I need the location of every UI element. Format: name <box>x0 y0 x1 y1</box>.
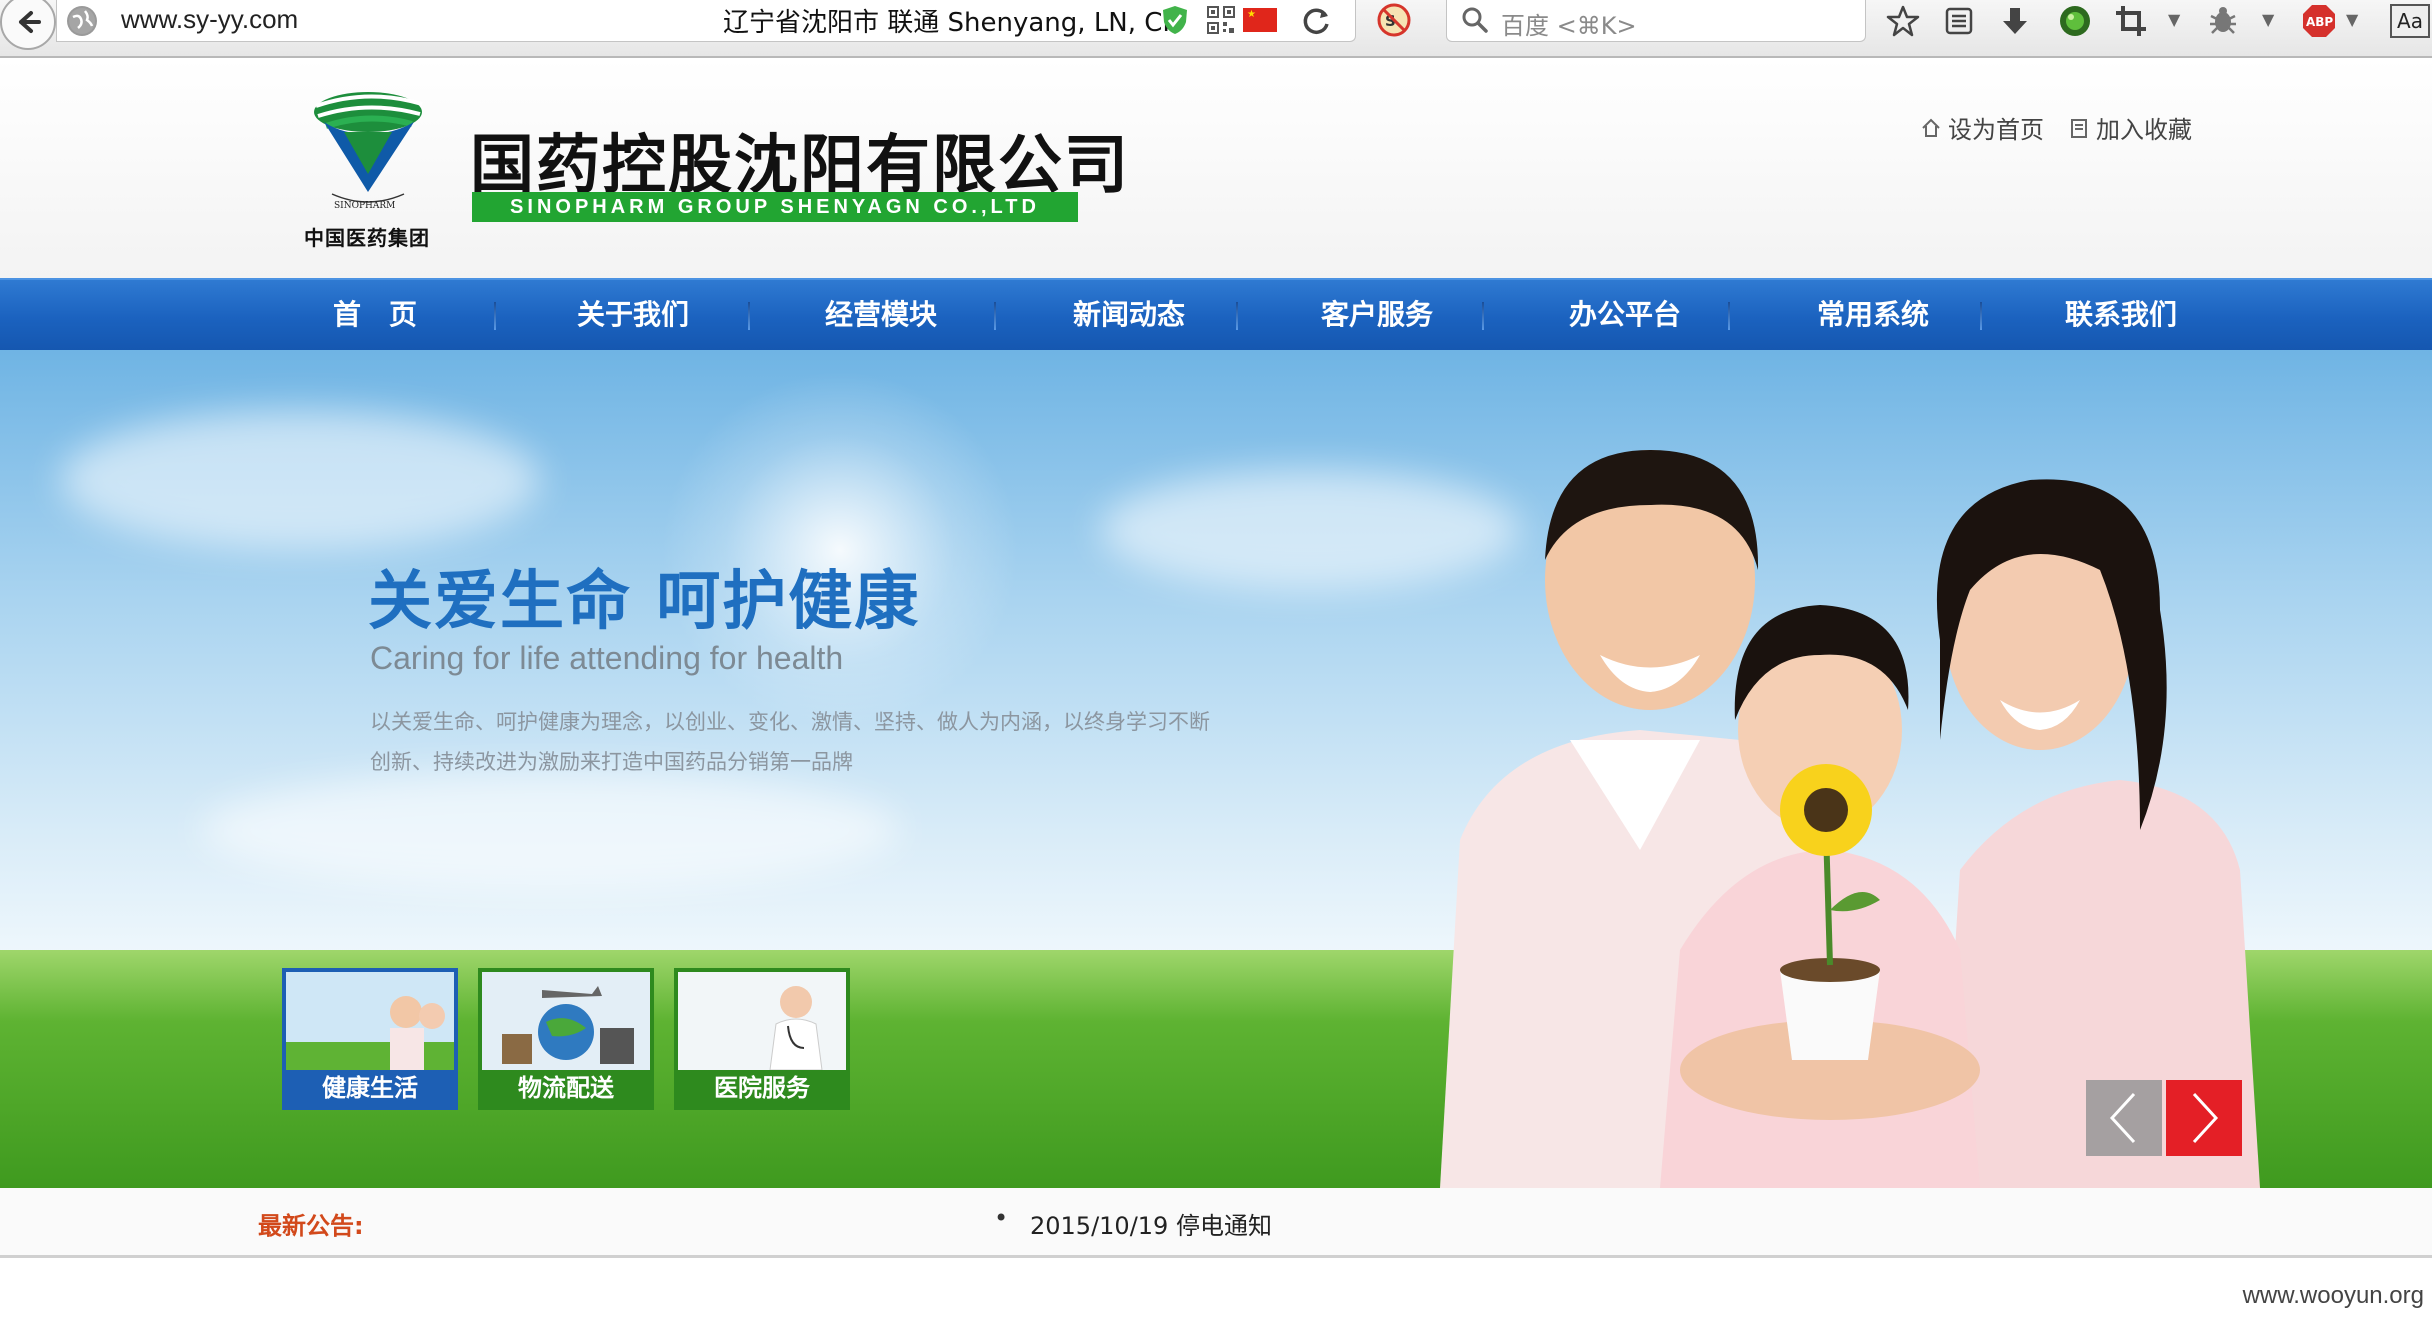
site-header: SINOPHARM 中国医药集团 国药控股沈阳有限公司 SINOPHARM GR… <box>0 58 2432 278</box>
bug-icon[interactable] <box>2204 2 2242 40</box>
geo-info-text: 辽宁省沈阳市 联通 Shenyang, LN, CN <box>723 8 1182 38</box>
thumbnail-image <box>286 972 454 1070</box>
thumbnail-logistics[interactable]: 物流配送 <box>478 968 654 1110</box>
thumbnail-image <box>482 972 650 1070</box>
nav-item-about[interactable]: 关于我们 <box>558 280 708 350</box>
cloud <box>200 770 900 890</box>
next-slide-button[interactable] <box>2166 1080 2242 1156</box>
cloud <box>60 410 540 550</box>
nav-item-news[interactable]: 新闻动态 <box>1054 280 1204 350</box>
banner-title: 关爱生命 呵护健康 <box>368 565 921 639</box>
nav-divider <box>1980 302 1982 330</box>
nav-divider <box>1236 302 1238 330</box>
nav-divider <box>994 302 996 330</box>
noscript-icon[interactable]: S <box>1376 2 1412 38</box>
nav-divider <box>1728 302 1730 330</box>
download-icon[interactable] <box>1996 2 2034 40</box>
announcement-bar: 最新公告: • 2015/10/19 停电通知 <box>0 1188 2432 1258</box>
back-icon <box>19 11 41 33</box>
sinopharm-logo-icon[interactable]: SINOPHARM <box>304 82 434 222</box>
thumbnail-label: 物流配送 <box>518 1074 614 1102</box>
green-orb-icon[interactable] <box>2056 2 2094 40</box>
reload-icon[interactable] <box>1300 4 1334 38</box>
nav-item-customer-service[interactable]: 客户服务 <box>1302 280 1452 350</box>
font-icon[interactable]: Aa <box>2390 4 2430 38</box>
qr-code-icon[interactable] <box>1207 6 1235 34</box>
nav-item-home[interactable]: 首 页 <box>300 280 450 350</box>
nav-item-business[interactable]: 经营模块 <box>806 280 956 350</box>
adblock-menu-caret-icon[interactable]: ▼ <box>2346 10 2358 29</box>
announcement-link[interactable]: 2015/10/19 停电通知 <box>1030 1206 1272 1241</box>
search-bar[interactable]: 百度 <⌘K> <box>1446 0 1866 42</box>
nav-item-office[interactable]: 办公平台 <box>1550 280 1700 350</box>
thumbnail-hospital[interactable]: 医院服务 <box>674 968 850 1110</box>
chevron-right-icon <box>2192 1092 2219 1144</box>
reader-icon[interactable] <box>1940 2 1978 40</box>
shield-icon[interactable] <box>1161 4 1189 36</box>
nav-divider <box>494 302 496 330</box>
company-name-en: SINOPHARM GROUP SHENYAGN CO.,LTD <box>472 192 1078 222</box>
search-input[interactable]: 百度 <⌘K> <box>1501 6 1637 41</box>
svg-text:SINOPHARM: SINOPHARM <box>334 201 395 211</box>
bug-menu-caret-icon[interactable]: ▼ <box>2262 10 2274 29</box>
bookmark-star-icon[interactable] <box>1884 2 1922 40</box>
header-links: 设为首页 加入收藏 <box>1920 110 2192 145</box>
thumbnail-label: 健康生活 <box>322 1074 418 1102</box>
prev-slide-button[interactable] <box>2086 1080 2162 1156</box>
crop-menu-caret-icon[interactable]: ▼ <box>2168 10 2180 29</box>
svg-text:ABP: ABP <box>2306 15 2333 29</box>
nav-item-contact[interactable]: 联系我们 <box>2046 280 2196 350</box>
url-bar[interactable]: www.sy-yy.com 辽宁省沈阳市 联通 Shenyang, LN, CN… <box>56 0 1356 42</box>
banner-subtitle: Caring for life attending for health <box>370 640 844 676</box>
favorite-icon <box>2071 118 2087 138</box>
nav-divider <box>1482 302 1484 330</box>
family-photo <box>1440 450 2260 1188</box>
bullet-icon: • <box>994 1204 1009 1232</box>
home-icon <box>1922 118 1940 137</box>
browser-toolbar: www.sy-yy.com 辽宁省沈阳市 联通 Shenyang, LN, CN… <box>0 0 2432 58</box>
banner-thumbnails: 健康生活 物流配送 医院服务 <box>282 968 850 1110</box>
url-text: www.sy-yy.com <box>121 4 299 34</box>
banner-description: 以关爱生命、呵护健康为理念，以创业、变化、激情、坚持、做人为内涵，以终身学习不断… <box>370 710 1210 774</box>
nav-item-systems[interactable]: 常用系统 <box>1798 280 1948 350</box>
main-nav: 首 页 关于我们 经营模块 新闻动态 客户服务 办公平台 常用系统 联系我们 <box>0 278 2432 350</box>
thumbnail-healthy-life[interactable]: 健康生活 <box>282 968 458 1110</box>
china-flag-icon: ★ <box>1243 8 1277 32</box>
hero-banner[interactable]: 关爱生命 呵护健康 Caring for life attending for … <box>0 350 2432 1188</box>
set-homepage-label: 设为首页 <box>1948 116 2044 144</box>
add-favorite-link[interactable]: 加入收藏 <box>2068 110 2192 145</box>
watermark: www.wooyun.org <box>2242 1282 2424 1309</box>
crop-icon[interactable] <box>2112 2 2150 40</box>
back-button[interactable] <box>0 0 56 50</box>
thumbnail-label: 医院服务 <box>714 1074 810 1102</box>
add-favorite-label: 加入收藏 <box>2096 116 2192 144</box>
search-icon <box>1462 7 1488 33</box>
announcement-label: 最新公告: <box>258 1212 364 1240</box>
thumbnail-image <box>678 972 846 1070</box>
set-homepage-link[interactable]: 设为首页 <box>1920 110 2044 145</box>
logo-caption: 中国医药集团 <box>304 226 430 250</box>
chevron-left-icon <box>2109 1092 2136 1144</box>
nav-divider <box>748 302 750 330</box>
adblock-icon[interactable]: ABP <box>2300 2 2338 40</box>
font-icon-label: Aa <box>2397 9 2423 33</box>
globe-icon <box>67 6 97 36</box>
